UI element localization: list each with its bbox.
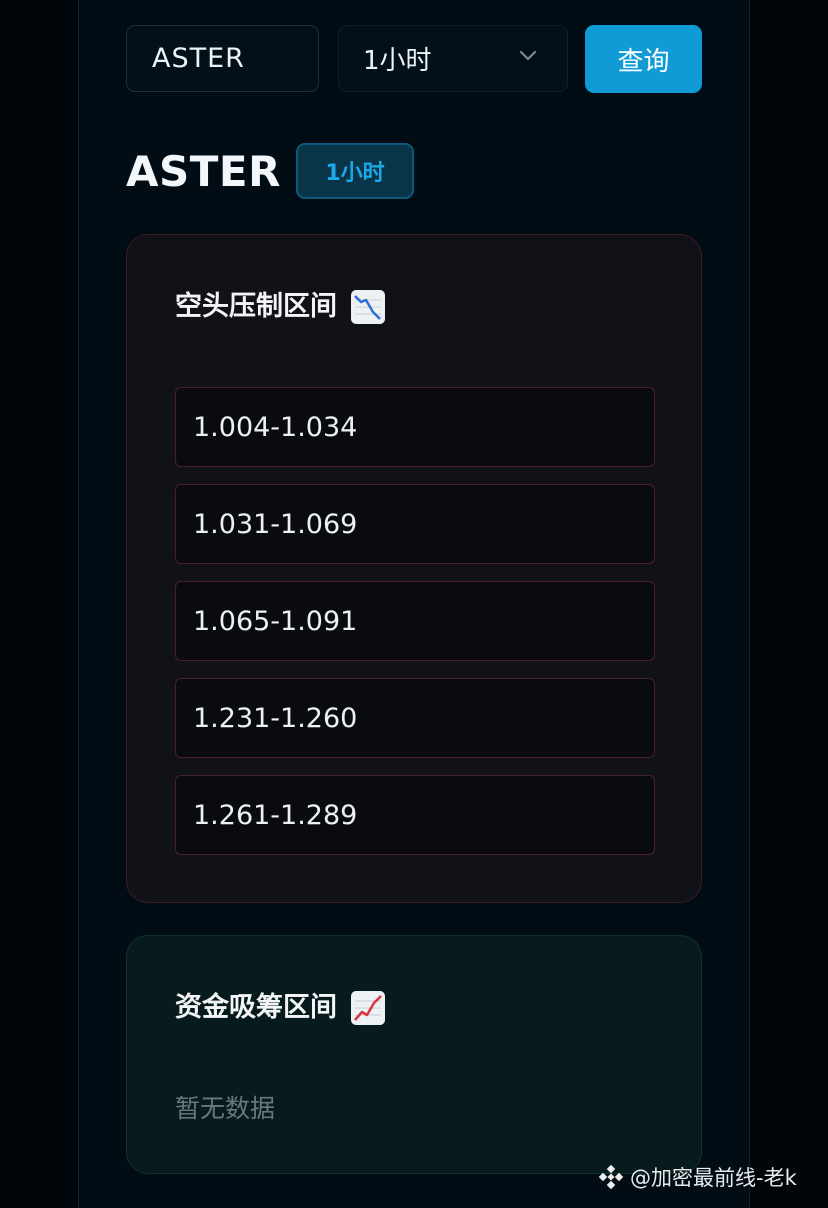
bear-range-list: 1.004-1.034 1.031-1.069 1.065-1.091 1.23… [175, 387, 655, 872]
chart-decreasing-icon [351, 290, 385, 324]
bull-zone-card: 资金吸筹区间 暂无数据 [126, 935, 702, 1174]
bear-range-item: 1.261-1.289 [175, 775, 655, 855]
result-interval-badge: 1小时 [296, 143, 414, 199]
chevron-down-icon [519, 50, 537, 61]
bear-range-item: 1.065-1.091 [175, 581, 655, 661]
bear-zone-card: 空头压制区间 1.004-1.034 1.031-1.069 1.065-1.0… [126, 234, 702, 903]
bear-range-item: 1.231-1.260 [175, 678, 655, 758]
bull-zone-empty-text: 暂无数据 [175, 1094, 276, 1123]
bull-zone-header: 资金吸筹区间 [175, 988, 385, 1028]
interval-select-value: 1小时 [363, 46, 432, 76]
bear-zone-header: 空头压制区间 [175, 287, 385, 327]
query-button[interactable]: 查询 [585, 25, 702, 93]
bear-range-item: 1.004-1.034 [175, 387, 655, 467]
bull-zone-title: 资金吸筹区间 [175, 992, 337, 1023]
result-symbol-title: ASTER [126, 147, 281, 196]
bear-range-item: 1.031-1.069 [175, 484, 655, 564]
binance-logo-icon [598, 1164, 624, 1190]
symbol-input[interactable] [126, 25, 319, 92]
watermark-text: @加密最前线-老k [630, 1166, 797, 1190]
watermark: @加密最前线-老k [598, 1162, 797, 1192]
bear-zone-title: 空头压制区间 [175, 291, 337, 322]
interval-select[interactable]: 1小时 [338, 25, 568, 92]
chart-increasing-icon [351, 991, 385, 1025]
